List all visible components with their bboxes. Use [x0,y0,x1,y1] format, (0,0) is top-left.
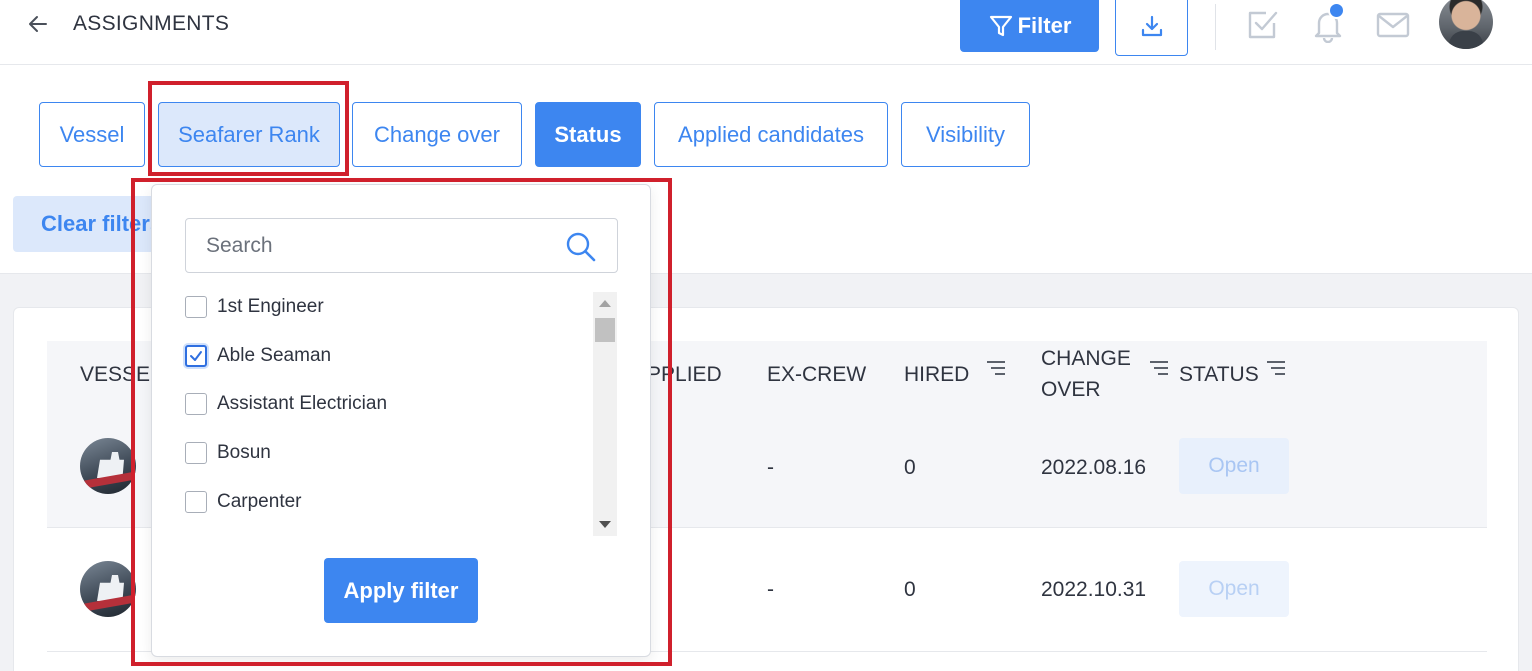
back-arrow-icon[interactable] [24,10,52,38]
option-label: Carpenter [217,491,302,512]
vessel-thumbnail [80,438,136,494]
tasks-check-icon [1248,11,1278,39]
option-label: Able Seaman [217,345,332,366]
checkbox[interactable] [185,491,207,513]
tasks-button[interactable] [1244,6,1282,44]
apply-filter-button[interactable]: Apply filter [324,558,478,623]
column-header-change-over-line2[interactable]: OVER [1041,374,1101,405]
option-able-seaman[interactable]: Able Seaman [185,340,331,372]
hired-sort-icon[interactable] [985,359,1007,377]
page-title: ASSIGNMENTS [73,12,230,35]
filter-funnel-icon [989,15,1012,37]
checkbox[interactable] [185,393,207,415]
options-scrollbar[interactable] [593,292,617,536]
download-icon [1141,15,1162,37]
tab-change-over[interactable]: Change over [352,102,522,167]
hired-cell: 0 [904,456,916,479]
notification-badge [1328,2,1345,19]
column-header-status[interactable]: STATUS [1179,359,1259,390]
change-over-sort-icon[interactable] [1148,359,1170,377]
header-divider [1215,4,1216,50]
search-box[interactable] [185,218,618,273]
search-icon[interactable] [565,231,597,263]
option-1st-engineer[interactable]: 1st Engineer [185,291,324,323]
column-header-vessel[interactable]: VESSEL [80,359,162,390]
checkbox[interactable] [185,442,207,464]
tab-visibility[interactable]: Visibility [901,102,1030,167]
change-over-cell: 2022.10.31 [1041,578,1147,601]
checkbox-checked[interactable] [185,345,207,367]
vessel-thumbnail [80,561,136,617]
column-header-hired[interactable]: HIRED [904,359,969,390]
option-bosun[interactable]: Bosun [185,437,271,469]
option-label: 1st Engineer [217,296,324,317]
option-carpenter[interactable]: Carpenter [185,486,302,518]
scroll-up-arrow-icon[interactable] [599,300,611,307]
notifications-button[interactable] [1309,2,1347,44]
status-badge[interactable]: Open [1179,561,1289,617]
filter-button-label: Filter [1017,13,1072,38]
scroll-down-arrow-icon[interactable] [599,521,611,528]
filter-button[interactable]: Filter [960,0,1099,52]
scrollbar-thumb[interactable] [595,318,615,342]
change-over-cell: 2022.08.16 [1041,456,1147,479]
download-button[interactable] [1115,0,1188,56]
column-header-applied[interactable]: PPLIED [647,359,722,390]
top-header: ASSIGNMENTS Filter [0,0,1532,65]
tab-applied-candidates[interactable]: Applied candidates [654,102,888,167]
tab-vessel[interactable]: Vessel [39,102,145,167]
status-badge[interactable]: Open [1179,438,1289,494]
search-input[interactable] [206,229,556,263]
mail-icon [1376,12,1410,38]
checkbox[interactable] [185,296,207,318]
seafarer-rank-dropdown: 1st Engineer Able Seaman Assistant Elect… [151,184,651,657]
user-avatar[interactable] [1439,0,1493,49]
clear-filters-button[interactable]: Clear filters [13,196,163,252]
column-header-ex-crew[interactable]: EX-CREW [767,359,866,390]
column-header-change-over-line1[interactable]: CHANGE [1041,343,1131,374]
tab-status[interactable]: Status [535,102,641,167]
hired-cell: 0 [904,578,916,601]
tab-seafarer-rank[interactable]: Seafarer Rank [158,102,340,167]
ex-crew-cell: - [767,578,774,601]
option-label: Bosun [217,442,271,463]
ex-crew-cell: - [767,456,774,479]
checkmark-icon [190,351,202,361]
status-sort-icon[interactable] [1265,359,1287,377]
option-label: Assistant Electrician [217,393,388,414]
option-assistant-electrician[interactable]: Assistant Electrician [185,388,387,420]
messages-button[interactable] [1374,6,1412,44]
